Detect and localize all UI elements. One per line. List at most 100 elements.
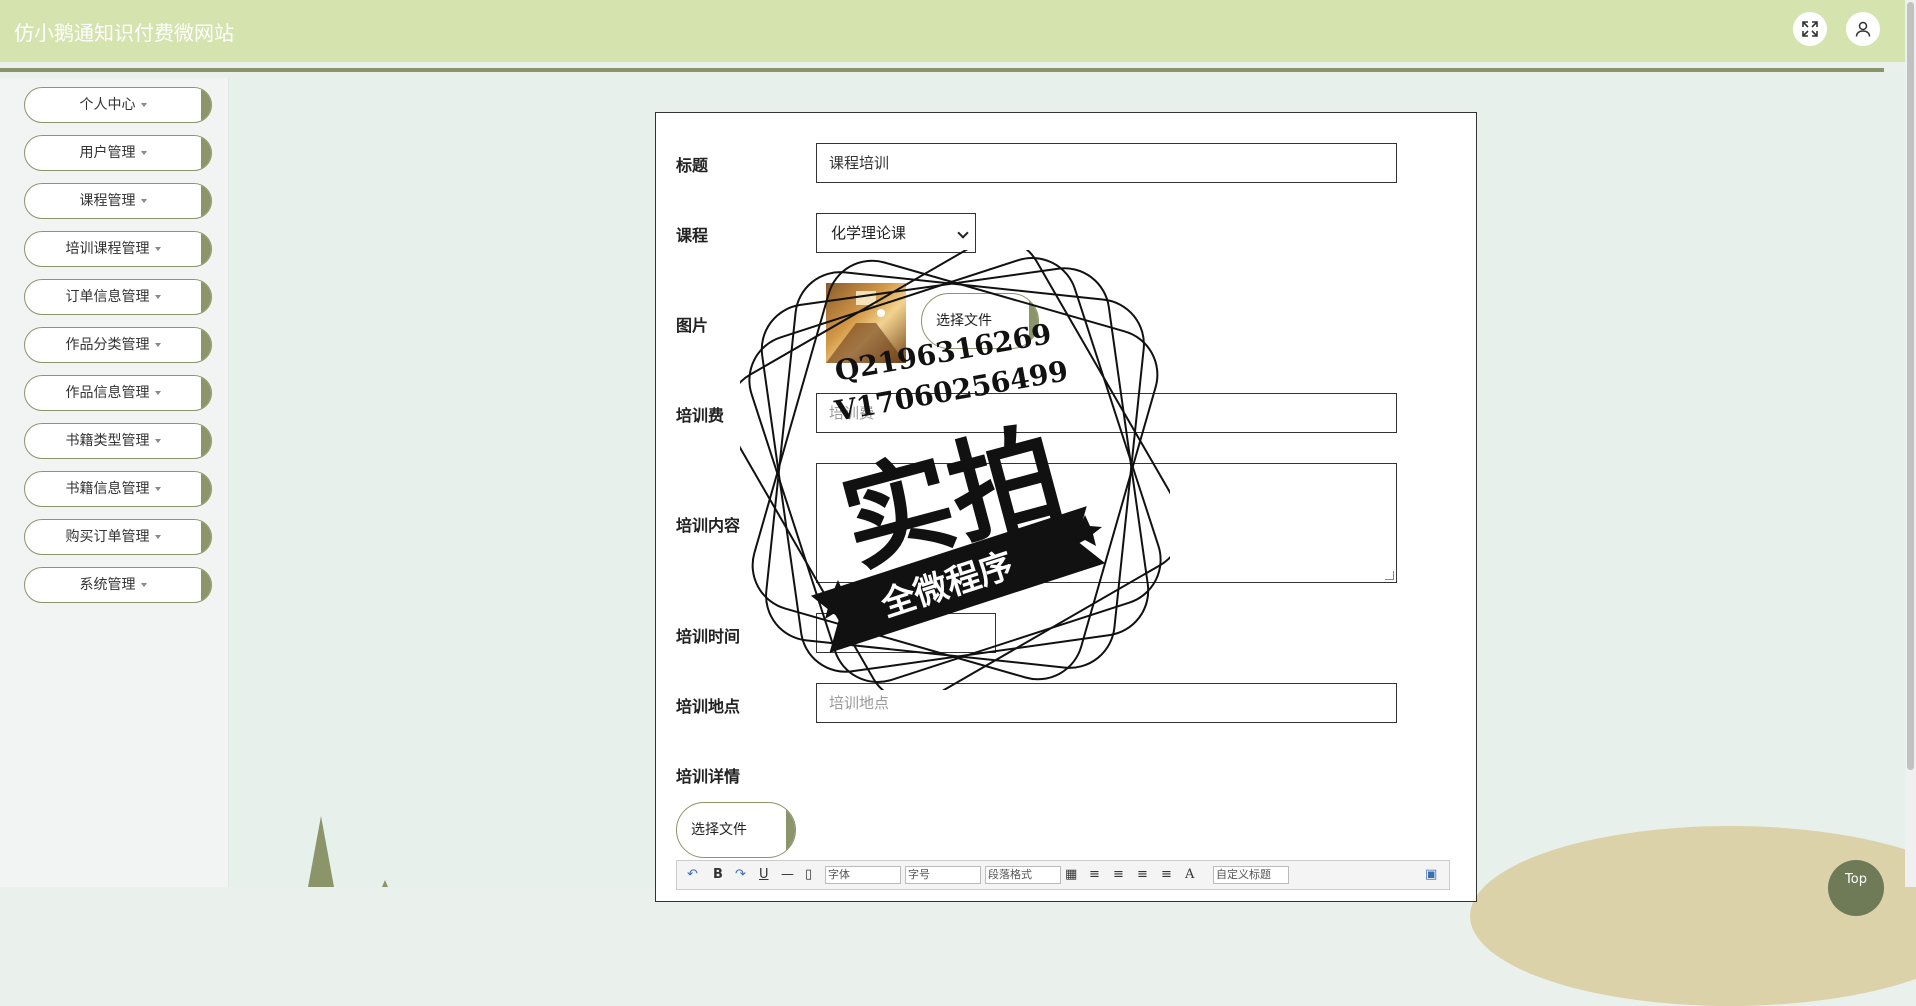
choose-file-label: 选择文件 <box>691 822 747 838</box>
sidebar-item-user-management[interactable]: 用户管理 <box>24 135 212 171</box>
title-input[interactable]: 课程培训 <box>816 143 1397 183</box>
user-profile-button[interactable] <box>1846 12 1880 46</box>
sidebar-item-accent <box>201 376 211 410</box>
document-icon[interactable]: ▯ <box>805 867 812 882</box>
sidebar-item-system-management[interactable]: 系统管理 <box>24 567 212 603</box>
expand-icon <box>1802 21 1818 37</box>
sidebar-item-course-management[interactable]: 课程管理 <box>24 183 212 219</box>
course-select-value: 化学理论课 <box>831 224 907 242</box>
sidebar-item-label: 订单信息管理 <box>65 289 150 305</box>
sidebar-item-purchase-order-management[interactable]: 购买订单管理 <box>24 519 212 555</box>
font-color-button[interactable]: A <box>1185 867 1194 882</box>
caret-down-icon <box>154 247 161 251</box>
rich-editor-toolbar: ↶ B ↷ U — ▯ 字体 字号 段落格式 ▦ ≡ ≡ ≡ ≡ A 自定义标题… <box>676 860 1450 890</box>
sidebar-item-book-type-management[interactable]: 书籍类型管理 <box>24 423 212 459</box>
content-textarea[interactable] <box>816 463 1397 583</box>
sidebar-item-accent <box>201 136 211 170</box>
sidebar-item-label: 购买订单管理 <box>65 529 150 545</box>
back-to-top-label: Top <box>1845 872 1867 887</box>
button-accent <box>1029 294 1038 348</box>
align-left-icon[interactable]: ≡ <box>1089 867 1100 882</box>
caret-down-icon <box>154 439 161 443</box>
sidebar-item-accent <box>201 328 211 362</box>
sidebar-item-label: 个人中心 <box>79 97 136 113</box>
sidebar-item-work-category-management[interactable]: 作品分类管理 <box>24 327 212 363</box>
content-label: 培训内容 <box>676 516 741 535</box>
details-label: 培训详情 <box>676 767 741 786</box>
caret-down-icon <box>154 391 161 395</box>
caret-down-icon <box>154 295 161 299</box>
caret-down-icon <box>154 343 161 347</box>
sidebar-item-work-info-management[interactable]: 作品信息管理 <box>24 375 212 411</box>
course-select[interactable]: 化学理论课 <box>816 213 976 253</box>
sidebar-item-label: 作品分类管理 <box>65 337 150 353</box>
align-right-icon[interactable]: ≡ <box>1113 867 1124 882</box>
user-icon <box>1855 21 1871 37</box>
sidebar-item-accent <box>201 232 211 266</box>
sidebar-item-label: 书籍类型管理 <box>65 433 150 449</box>
caret-down-icon <box>140 583 147 587</box>
choose-details-file-button[interactable]: 选择文件 <box>676 802 796 858</box>
sidebar-item-accent <box>201 280 211 314</box>
image-label: 图片 <box>676 316 709 335</box>
caret-down-icon <box>140 103 147 107</box>
sidebar-item-label: 系统管理 <box>79 577 136 593</box>
choose-file-label: 选择文件 <box>936 313 992 329</box>
location-input[interactable]: 培训地点 <box>816 683 1397 723</box>
fullscreen-editor-icon[interactable]: ▣ <box>1425 867 1437 882</box>
time-label: 培训时间 <box>676 627 741 646</box>
sidebar-item-label: 课程管理 <box>79 193 136 209</box>
decorative-tree <box>308 816 334 887</box>
horizontal-rule-icon[interactable]: — <box>781 867 794 882</box>
button-accent <box>786 803 795 857</box>
sidebar-item-accent <box>201 568 211 602</box>
location-label: 培训地点 <box>676 697 741 716</box>
site-title: 仿小鹅通知识付费微网站 <box>14 21 234 45</box>
sidebar-item-accent <box>201 184 211 218</box>
paragraph-format-select[interactable]: 段落格式 <box>985 866 1061 884</box>
align-center-icon[interactable]: ≡ <box>1137 867 1148 882</box>
sidebar-item-label: 作品信息管理 <box>65 385 150 401</box>
classroom-photo-icon <box>826 291 906 363</box>
fee-input[interactable]: 培训费 <box>816 393 1397 433</box>
choose-image-file-button[interactable]: 选择文件 <box>921 293 1039 349</box>
sidebar: 个人中心 用户管理 课程管理 培训课程管理 订单信息管理 作品分类管理 作品信息… <box>0 78 229 887</box>
sidebar-item-training-course-management[interactable]: 培训课程管理 <box>24 231 212 267</box>
fullscreen-button[interactable] <box>1793 12 1827 46</box>
redo-icon[interactable]: ↷ <box>735 867 746 882</box>
top-header: 仿小鹅通知识付费微网站 <box>0 0 1905 62</box>
sidebar-item-label: 书籍信息管理 <box>65 481 150 497</box>
back-to-top-button[interactable]: Top <box>1828 860 1884 916</box>
sidebar-item-personal-center[interactable]: 个人中心 <box>24 87 212 123</box>
sidebar-item-accent <box>201 472 211 506</box>
underline-button[interactable]: U <box>759 867 769 882</box>
bold-button[interactable]: B <box>713 867 723 882</box>
resize-grip-icon <box>1385 571 1394 580</box>
font-size-select[interactable]: 字号 <box>905 866 981 884</box>
sidebar-item-accent <box>201 88 211 122</box>
sidebar-item-accent <box>201 424 211 458</box>
sidebar-item-order-info-management[interactable]: 订单信息管理 <box>24 279 212 315</box>
sidebar-item-label: 培训课程管理 <box>65 241 150 257</box>
font-family-select[interactable]: 字体 <box>825 866 901 884</box>
sidebar-item-label: 用户管理 <box>79 145 136 161</box>
course-label: 课程 <box>676 226 709 245</box>
custom-title-select[interactable]: 自定义标题 <box>1213 866 1289 884</box>
table-icon[interactable]: ▦ <box>1065 867 1077 882</box>
time-input[interactable] <box>816 613 996 653</box>
uploaded-image-thumbnail <box>826 283 906 363</box>
undo-icon[interactable]: ↶ <box>687 867 698 882</box>
caret-down-icon <box>154 535 161 539</box>
scrollbar-thumb[interactable] <box>1907 2 1914 770</box>
sidebar-item-book-info-management[interactable]: 书籍信息管理 <box>24 471 212 507</box>
caret-down-icon <box>140 199 147 203</box>
chevron-down-icon <box>957 227 969 239</box>
sidebar-item-accent <box>201 520 211 554</box>
title-label: 标题 <box>676 156 709 175</box>
page-scrollbar[interactable] <box>1905 0 1916 887</box>
caret-down-icon <box>154 487 161 491</box>
decorative-tree-small <box>382 880 388 887</box>
align-justify-icon[interactable]: ≡ <box>1161 867 1172 882</box>
caret-down-icon <box>140 151 147 155</box>
fee-label: 培训费 <box>676 406 725 425</box>
